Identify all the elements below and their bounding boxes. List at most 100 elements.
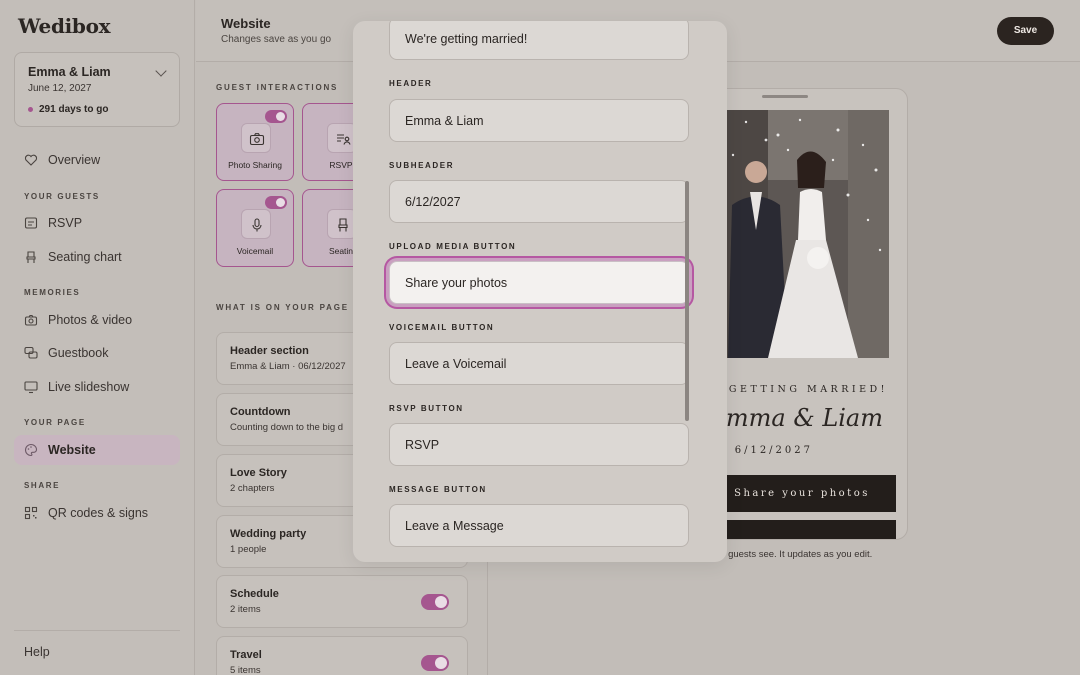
section-title: Wedding party [230,528,307,540]
heart-icon [24,154,38,166]
tile-voicemail[interactable]: Voicemail [216,189,294,267]
voicemail-field-label: VOICEMAIL BUTTON [389,323,495,332]
guest-interactions-label: GUEST INTERACTIONS [216,83,339,92]
preview-caption: ur guests see. It updates as you edit. [717,549,873,560]
upload-media-input[interactable] [390,262,688,303]
edit-header-modal: HEADER SUBHEADER UPLOAD MEDIA BUTTON VOI… [353,21,727,562]
page-subtitle: Changes save as you go [221,34,332,45]
toggle-switch[interactable] [265,110,287,123]
camera-icon [249,133,265,146]
phone-preview: E GETTING MARRIED! mma & Liam 6/12/2027 … [697,88,908,540]
chat-bubbles-icon [24,346,38,359]
tile-label: Voicemail [236,246,274,256]
section-toggle[interactable] [421,655,449,671]
sidebar-item-label: RSVP [48,216,83,230]
couple-switcher[interactable]: Emma & Liam June 12, 2027 291 days to go [14,52,180,127]
sidebar-item-label: Live slideshow [48,380,130,394]
sidebar-item-label: QR codes & signs [48,506,149,520]
section-subtitle: 5 items [230,665,261,675]
sidebar-item-label: Guestbook [48,346,109,360]
rsvp-field[interactable] [389,423,689,466]
tile-icon-box [241,123,271,153]
section-title: Love Story [230,467,287,479]
palette-icon [25,443,38,457]
microphone-icon [252,218,262,232]
tile-icon-box [241,209,271,239]
wedding-photo-image [708,110,889,358]
section-title: Schedule [230,588,279,600]
couple-name: Emma & Liam [28,65,111,79]
preview-share-button: Share your photos [708,475,896,512]
rsvp-icon [337,134,351,145]
kicker-input[interactable] [390,21,688,59]
sidebar-item-label: Seating chart [48,250,122,264]
message-field-label: MESSAGE BUTTON [389,485,487,494]
sidebar-item-photos-video[interactable]: Photos & video [14,305,180,335]
chair-icon [338,218,348,232]
sidebar-item-overview[interactable]: Overview [14,145,180,175]
subheader-input[interactable] [390,181,688,222]
section-toggle[interactable] [421,594,449,610]
section-subtitle: 2 items [230,604,261,615]
message-field[interactable] [389,504,689,547]
section-card-schedule[interactable]: Schedule 2 items [216,575,468,628]
section-label-your-page: YOUR PAGE [24,418,86,427]
rsvp-input[interactable] [390,424,688,465]
message-input[interactable] [390,505,688,546]
upload-media-field[interactable] [389,261,689,304]
tile-label: Photo Sharing [228,160,282,170]
rsvp-icon [24,217,38,229]
sidebar-item-guestbook[interactable]: Guestbook [14,338,180,368]
tile-photo-sharing[interactable]: Photo Sharing [216,103,294,181]
section-subtitle: 2 chapters [230,483,275,494]
section-card-travel[interactable]: Travel 5 items [216,636,468,675]
section-subtitle: Counting down to the big d [230,422,344,433]
page-sections-label: WHAT IS ON YOUR PAGE [216,303,349,312]
sidebar-item-label: Photos & video [48,313,133,327]
sidebar-item-label: Website [48,443,96,457]
sidebar-item-website[interactable]: Website [14,435,180,465]
section-subtitle: 1 people [230,544,267,555]
upload-media-field-label: UPLOAD MEDIA BUTTON [389,242,517,251]
voicemail-input[interactable] [390,343,688,384]
camera-icon [24,314,38,326]
subheader-field[interactable] [389,180,689,223]
voicemail-field[interactable] [389,342,689,385]
header-field[interactable] [389,99,689,142]
chair-icon [26,251,36,263]
chevron-down-icon [155,65,167,77]
header-field-label: HEADER [389,79,433,88]
preview-second-button [708,520,896,539]
rsvp-field-label: RSVP BUTTON [389,404,464,413]
sidebar-item-live-slideshow[interactable]: Live slideshow [14,372,180,402]
sidebar-item-seating-chart[interactable]: Seating chart [14,242,180,272]
section-label-memories: MEMORIES [24,288,81,297]
header-input[interactable] [390,100,688,141]
sidebar-item-qr-codes[interactable]: QR codes & signs [14,498,180,528]
section-title: Header section [230,345,309,357]
section-title: Countdown [230,406,291,418]
countdown-dot-icon [28,107,33,112]
couple-photo [708,110,889,358]
save-button[interactable]: Save [997,17,1054,45]
wedding-date: June 12, 2027 [28,83,92,94]
subheader-field-label: SUBHEADER [389,161,455,170]
countdown-text: 291 days to go [39,104,109,115]
section-label-share: SHARE [24,481,61,490]
sidebar-item-label: Overview [48,153,101,167]
qr-code-icon [24,506,38,520]
modal-scrollbar[interactable] [685,181,689,421]
phone-notch [762,95,808,98]
sidebar: Wedibox Emma & Liam June 12, 2027 291 da… [0,0,195,675]
toggle-switch[interactable] [265,196,287,209]
section-label-your-guests: YOUR GUESTS [24,192,100,201]
app-logo: Wedibox [18,14,111,38]
section-subtitle: Emma & Liam · 06/12/2027 [230,361,346,372]
help-link[interactable]: Help [24,645,50,659]
section-title: Travel [230,649,262,661]
sidebar-item-rsvp[interactable]: RSVP [14,208,180,238]
monitor-icon [24,381,38,394]
sidebar-divider [14,630,180,631]
kicker-field[interactable] [389,21,689,60]
page-title: Website [221,16,271,31]
